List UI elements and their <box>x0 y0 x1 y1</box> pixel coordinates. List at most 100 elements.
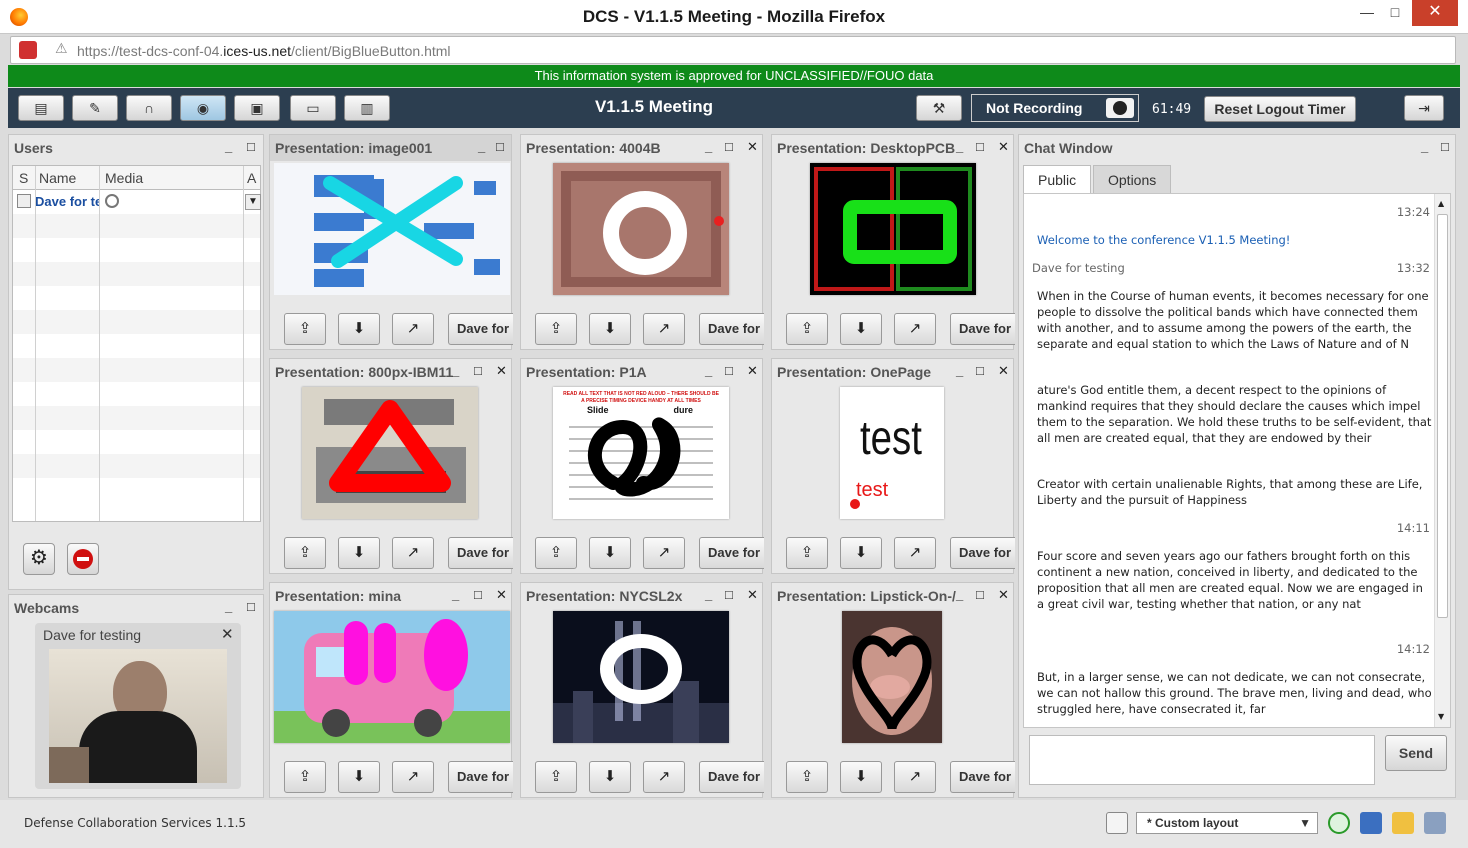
maximize-button[interactable]: □ <box>1380 0 1410 26</box>
minimize-panel-button[interactable]: _ <box>956 587 963 602</box>
maximize-panel-button[interactable]: □ <box>474 363 482 378</box>
minimize-panel-button[interactable]: _ <box>956 139 963 154</box>
share-icon[interactable]: ↗ <box>392 761 434 793</box>
maximize-panel-button[interactable]: □ <box>1441 139 1449 154</box>
owner-button[interactable]: Dave for <box>448 761 513 793</box>
upload-icon[interactable]: ⇪ <box>284 313 326 345</box>
site-identity-icon[interactable] <box>19 41 37 59</box>
minimize-panel-button[interactable]: _ <box>956 363 963 378</box>
reset-logout-button[interactable]: Reset Logout Timer <box>1204 96 1356 122</box>
download-icon[interactable]: ⬇ <box>338 537 380 569</box>
owner-button[interactable]: Dave for <box>950 313 1015 345</box>
maximize-panel-button[interactable]: □ <box>976 363 984 378</box>
slide-thumbnail[interactable] <box>553 163 729 295</box>
close-panel-button[interactable]: ✕ <box>747 587 758 603</box>
tab-public[interactable]: Public <box>1023 165 1092 193</box>
share-icon[interactable]: ↗ <box>392 537 434 569</box>
chat-scrollbar[interactable]: ▲ ▼ <box>1434 194 1450 727</box>
desktop-share-icon[interactable]: ▣ <box>234 95 280 121</box>
minimize-panel-button[interactable]: _ <box>1421 139 1428 154</box>
minimize-button[interactable]: — <box>1352 0 1382 26</box>
close-panel-button[interactable]: ✕ <box>747 363 758 379</box>
download-icon[interactable]: ⬇ <box>338 313 380 345</box>
slide-thumbnail[interactable] <box>274 163 510 295</box>
monitor-icon[interactable]: ▭ <box>290 95 336 121</box>
maximize-panel-button[interactable]: □ <box>247 139 255 154</box>
table-row[interactable]: Dave for te ▼ <box>13 190 261 214</box>
headset-icon[interactable]: ∩ <box>126 95 172 121</box>
upload-icon[interactable]: ⇪ <box>284 537 326 569</box>
recording-toggle[interactable]: Not Recording <box>971 94 1139 122</box>
wrench-icon[interactable]: ⚒ <box>916 95 962 121</box>
maximize-panel-button[interactable]: □ <box>725 363 733 378</box>
owner-button[interactable]: Dave for <box>448 537 513 569</box>
slide-thumbnail[interactable]: READ ALL TEXT THAT IS NOT RED ALOUD – TH… <box>553 387 729 519</box>
slide-thumbnail[interactable] <box>810 163 976 295</box>
scroll-down-icon[interactable]: ▼ <box>1438 709 1444 725</box>
stop-sign-button[interactable] <box>67 543 99 575</box>
owner-button[interactable]: Dave for <box>950 537 1015 569</box>
minimize-panel-button[interactable]: _ <box>225 139 232 154</box>
scrollbar-thumb[interactable] <box>1437 214 1448 618</box>
close-panel-button[interactable]: ✕ <box>998 587 1009 603</box>
chart-icon[interactable]: ▥ <box>344 95 390 121</box>
download-icon[interactable]: ⬇ <box>589 761 631 793</box>
open-folder-icon[interactable] <box>1392 812 1414 834</box>
layout-select[interactable]: * Custom layout ▼ <box>1136 812 1318 834</box>
column-name[interactable]: Name <box>39 170 76 186</box>
share-icon[interactable]: ↗ <box>643 761 685 793</box>
column-status[interactable]: S <box>19 170 28 186</box>
slide-thumbnail[interactable]: test test <box>840 387 944 519</box>
add-layout-icon[interactable] <box>1328 812 1350 834</box>
user-actions-dropdown[interactable]: ▼ <box>245 194 261 210</box>
share-icon[interactable]: ↗ <box>894 761 936 793</box>
owner-button[interactable]: Dave for <box>699 313 764 345</box>
column-media[interactable]: Media <box>105 170 143 186</box>
upload-icon[interactable]: ⇪ <box>535 761 577 793</box>
webcam-icon[interactable]: ◉ <box>180 95 226 121</box>
minimize-panel-button[interactable]: _ <box>452 587 459 602</box>
share-icon[interactable]: ↗ <box>392 313 434 345</box>
url-bar[interactable]: ⚠ https://test-dcs-conf-04.ices-us.net/c… <box>10 36 1456 64</box>
download-icon[interactable]: ⬇ <box>589 313 631 345</box>
minimize-panel-button[interactable]: _ <box>452 363 459 378</box>
slide-thumbnail[interactable] <box>274 611 510 743</box>
close-webcam-button[interactable]: ✕ <box>221 625 234 643</box>
upload-icon[interactable]: ⇪ <box>786 313 828 345</box>
close-panel-button[interactable]: ✕ <box>496 587 507 603</box>
slide-thumbnail[interactable] <box>842 611 942 743</box>
minimize-panel-button[interactable]: _ <box>705 587 712 602</box>
upload-icon[interactable]: ⇪ <box>535 537 577 569</box>
maximize-panel-button[interactable]: □ <box>496 139 504 154</box>
lock-icon[interactable] <box>1424 812 1446 834</box>
minimize-panel-button[interactable]: _ <box>225 599 232 614</box>
upload-icon[interactable]: ⇪ <box>786 537 828 569</box>
owner-button[interactable]: Dave for <box>699 537 764 569</box>
save-layout-icon[interactable] <box>1360 812 1382 834</box>
chat-message-input[interactable] <box>1029 735 1375 785</box>
upload-icon[interactable]: ⇪ <box>284 761 326 793</box>
maximize-panel-button[interactable]: □ <box>976 139 984 154</box>
maximize-panel-button[interactable]: □ <box>474 587 482 602</box>
presentation-icon[interactable]: ▤ <box>18 95 64 121</box>
slide-thumbnail[interactable] <box>553 611 729 743</box>
download-icon[interactable]: ⬇ <box>840 761 882 793</box>
download-icon[interactable]: ⬇ <box>589 537 631 569</box>
owner-button[interactable]: Dave for <box>699 761 764 793</box>
upload-icon[interactable]: ⇪ <box>535 313 577 345</box>
download-icon[interactable]: ⬇ <box>840 537 882 569</box>
close-panel-button[interactable]: ✕ <box>496 363 507 379</box>
maximize-panel-button[interactable]: □ <box>725 139 733 154</box>
chat-icon[interactable]: ✎ <box>72 95 118 121</box>
download-icon[interactable]: ⬇ <box>338 761 380 793</box>
minimize-panel-button[interactable]: _ <box>705 139 712 154</box>
owner-button[interactable]: Dave for <box>950 761 1015 793</box>
maximize-panel-button[interactable]: □ <box>725 587 733 602</box>
close-panel-button[interactable]: ✕ <box>998 363 1009 379</box>
close-button[interactable]: ✕ <box>1412 0 1458 26</box>
minimize-panel-button[interactable]: _ <box>478 139 485 154</box>
download-icon[interactable]: ⬇ <box>840 313 882 345</box>
share-icon[interactable]: ↗ <box>894 537 936 569</box>
tab-options[interactable]: Options <box>1093 165 1172 193</box>
upload-icon[interactable]: ⇪ <box>786 761 828 793</box>
